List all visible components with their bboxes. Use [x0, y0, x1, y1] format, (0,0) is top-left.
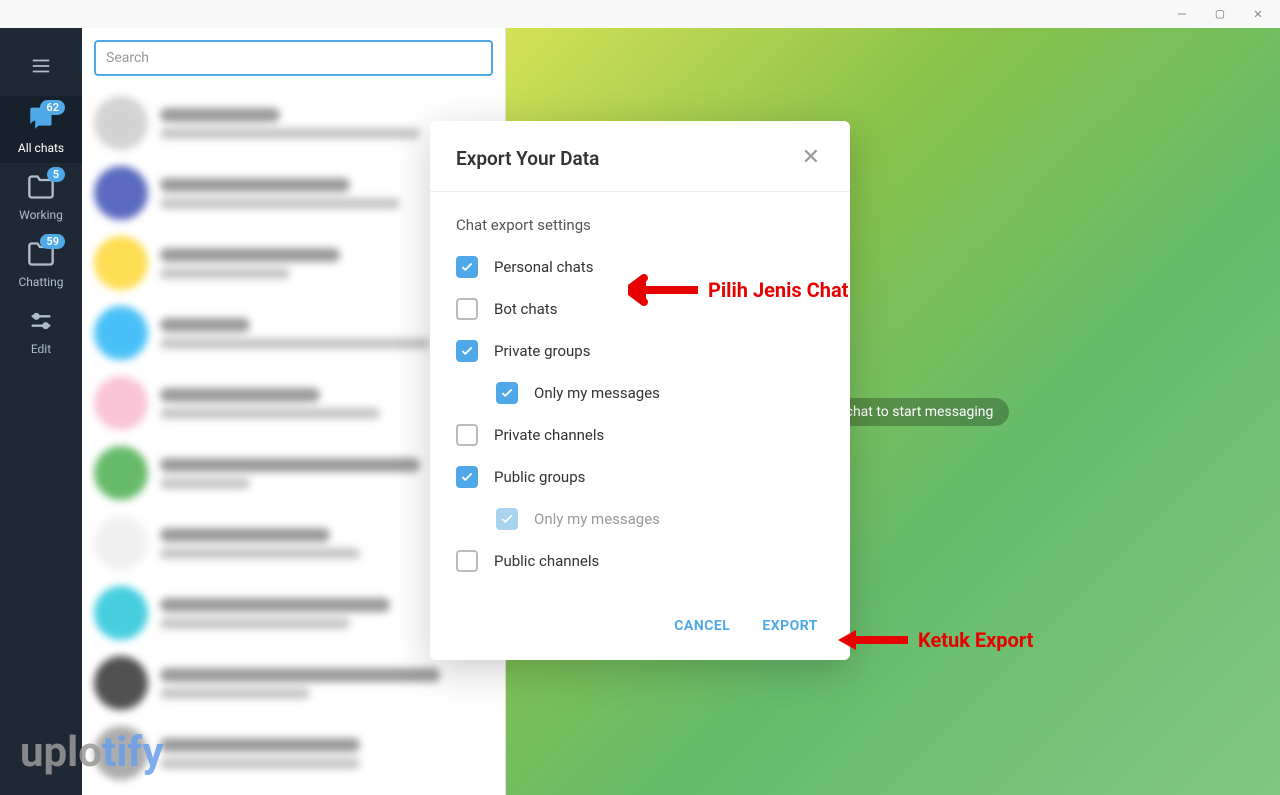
cancel-button[interactable]: CANCEL [670, 612, 734, 640]
checkbox-private-groups[interactable]: Private groups [456, 330, 824, 372]
checkbox-bot-chats[interactable]: Bot chats [456, 288, 824, 330]
checkbox-icon [456, 466, 478, 488]
checkbox-icon [456, 256, 478, 278]
checkbox-label: Only my messages [534, 510, 660, 528]
checkbox-label: Public groups [494, 468, 585, 486]
checkbox-icon [456, 424, 478, 446]
checkbox-label: Only my messages [534, 384, 660, 402]
tab-edit[interactable]: Edit [0, 297, 82, 364]
settings-slider-icon [27, 307, 55, 335]
maximize-icon[interactable]: ▢ [1206, 4, 1234, 24]
close-icon[interactable]: ✕ [798, 143, 824, 173]
tab-label: Working [19, 208, 63, 222]
badge-chatting: 59 [40, 234, 65, 249]
modal-title: Export Your Data [456, 147, 599, 170]
tab-chatting[interactable]: 59 Chatting [0, 230, 82, 297]
tab-working[interactable]: 5 Working [0, 163, 82, 230]
checkbox-public-groups[interactable]: Public groups [456, 456, 824, 498]
window-titlebar: — ▢ ✕ [0, 0, 1280, 28]
watermark: uplotify [20, 728, 164, 777]
checkbox-public-channels[interactable]: Public channels [456, 540, 824, 582]
checkbox-label: Private channels [494, 426, 604, 444]
checkbox-label: Bot chats [494, 300, 557, 318]
export-button[interactable]: EXPORT [758, 612, 822, 640]
checkbox-icon [456, 550, 478, 572]
checkbox-label: Personal chats [494, 258, 593, 276]
close-window-icon[interactable]: ✕ [1244, 4, 1272, 24]
checkbox-icon [496, 508, 518, 530]
search-input[interactable] [94, 40, 493, 76]
left-sidebar: 62 All chats 5 Working 59 Chatting Edit [0, 28, 82, 795]
checkbox-private-channels[interactable]: Private channels [456, 414, 824, 456]
hamburger-icon [30, 55, 52, 77]
hamburger-menu-button[interactable] [21, 46, 61, 86]
checkbox-icon [496, 382, 518, 404]
badge-all-chats: 62 [40, 100, 65, 115]
checkbox-only-my-messages-2[interactable]: Only my messages [456, 498, 824, 540]
tab-label: Chatting [18, 275, 63, 289]
badge-working: 5 [47, 167, 65, 182]
checkbox-personal-chats[interactable]: Personal chats [456, 246, 824, 288]
checkbox-label: Private groups [494, 342, 590, 360]
export-data-modal: Export Your Data ✕ Chat export settings … [430, 121, 850, 660]
tab-label: Edit [31, 342, 51, 356]
section-title: Chat export settings [456, 216, 824, 234]
tab-all-chats[interactable]: 62 All chats [0, 96, 82, 163]
checkbox-only-my-messages-1[interactable]: Only my messages [456, 372, 824, 414]
tab-label: All chats [18, 141, 64, 155]
checkbox-icon [456, 298, 478, 320]
checkbox-label: Public channels [494, 552, 599, 570]
minimize-icon[interactable]: — [1168, 4, 1196, 24]
checkbox-icon [456, 340, 478, 362]
